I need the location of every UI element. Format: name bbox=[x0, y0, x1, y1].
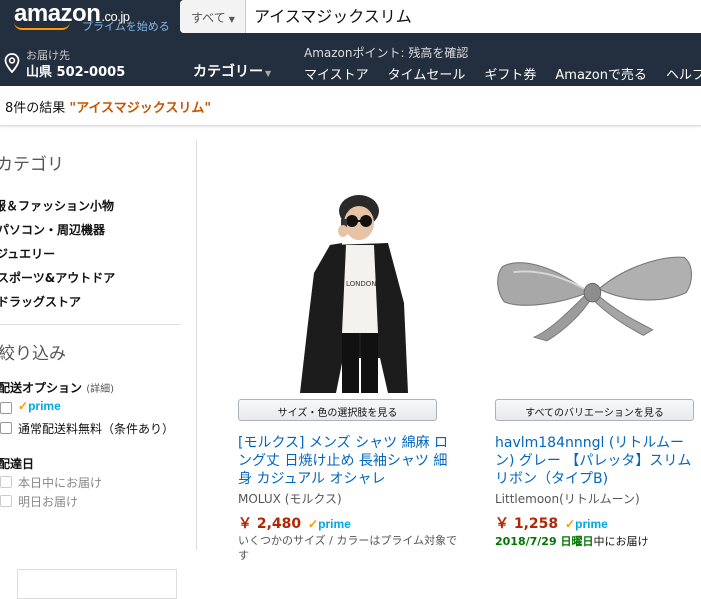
check-icon: ✓ bbox=[308, 517, 319, 531]
nav-link-giftcard[interactable]: ギフト券 bbox=[484, 68, 536, 83]
chevron-down-icon: ▼ bbox=[265, 69, 272, 78]
category-heading: カテゴリ bbox=[0, 155, 64, 175]
delivery-suffix: 中にお届け bbox=[593, 535, 649, 548]
category-label: カテゴリー bbox=[193, 64, 263, 80]
search-input[interactable]: アイスマジックスリム bbox=[254, 0, 694, 33]
shipping-detail-link[interactable]: (詳細) bbox=[86, 384, 114, 395]
nav-links: マイストア タイムセール ギフト券 Amazonで売る ヘルプ bbox=[304, 64, 701, 83]
product-image[interactable]: LONDON bbox=[238, 183, 460, 393]
nav-bar: お届け先 山県 502-0005 カテゴリー ▼ Amazonポイント: 残高を確… bbox=[0, 33, 701, 86]
sidebar-category-pc[interactable]: パソコン・周辺機器 bbox=[0, 221, 105, 238]
free-shipping-label: 通常配送料無料（条件あり） bbox=[18, 422, 175, 436]
delivery-date-label: 配達日 bbox=[0, 457, 35, 471]
product-price: ￥ 1,258 ✓prime bbox=[495, 513, 608, 533]
search-department-select[interactable]: すべて ▼ bbox=[180, 0, 246, 33]
product-title-link[interactable]: havlm184nnngl (リトルムーン) グレー 【パレッタ】スリムリボン（… bbox=[495, 434, 701, 488]
nav-link-help[interactable]: ヘルプ bbox=[666, 68, 701, 83]
delivery-tomorrow-checkbox[interactable] bbox=[0, 495, 12, 507]
see-all-variations-button[interactable]: すべてのバリエーションを見る bbox=[495, 399, 694, 421]
product-price: ￥ 2,480 ✓prime bbox=[238, 513, 351, 533]
product-brand: MOLUX (モルクス) bbox=[238, 492, 342, 506]
product-brand: Littlemoon(リトルムーン) bbox=[495, 492, 640, 506]
price-value: ￥ 1,258 bbox=[495, 516, 559, 532]
delivery-date: 2018/7/29 日曜日 bbox=[495, 535, 594, 548]
check-icon: ✓ bbox=[565, 517, 576, 531]
top-bar: amazon.co.jp プライムを始める すべて ▼ アイスマジックスリム bbox=[0, 0, 701, 33]
deliver-address: 山県 502-0005 bbox=[26, 65, 126, 80]
nav-link-sell[interactable]: Amazonで売る bbox=[555, 68, 647, 83]
delivery-today-label: 本日中にお届け bbox=[18, 476, 103, 490]
category-menu[interactable]: カテゴリー ▼ bbox=[193, 61, 271, 81]
delivery-today-checkbox[interactable] bbox=[0, 476, 12, 488]
price-value: ￥ 2,480 bbox=[238, 516, 302, 532]
prime-checkbox[interactable] bbox=[0, 402, 12, 414]
prime-badge: ✓prime bbox=[308, 517, 351, 531]
prime-filter-label: ✓prime bbox=[18, 399, 61, 413]
prime-badge: ✓prime bbox=[565, 517, 608, 531]
prime-signup-link[interactable]: プライムを始める bbox=[82, 18, 170, 34]
prime-eligibility-note: いくつかのサイズ / カラーはプライム対象です bbox=[238, 534, 458, 562]
result-count-bar: 8件の結果 "アイスマジックスリム" bbox=[0, 86, 701, 126]
see-size-color-options-button[interactable]: サイズ・色の選択肢を見る bbox=[238, 399, 437, 421]
free-shipping-checkbox[interactable] bbox=[0, 422, 12, 434]
nav-link-mystore[interactable]: マイストア bbox=[304, 68, 369, 83]
sidebar-divider bbox=[0, 324, 180, 325]
location-pin-icon bbox=[4, 53, 20, 73]
sidebar-category-fashion[interactable]: 服＆ファッション小物 bbox=[0, 197, 114, 214]
check-icon: ✓ bbox=[18, 399, 29, 413]
sidebar-ad[interactable] bbox=[17, 569, 177, 599]
sidebar-category-jewelry[interactable]: ジュエリー bbox=[0, 245, 55, 262]
shipping-option-label: 配送オプション (詳細) bbox=[0, 379, 114, 396]
svg-text:LONDON: LONDON bbox=[346, 280, 377, 288]
chevron-down-icon: ▼ bbox=[228, 15, 235, 24]
product-image[interactable] bbox=[495, 183, 701, 393]
search-department-label: すべて bbox=[191, 11, 226, 25]
refine-heading: 絞り込み bbox=[0, 344, 66, 364]
prime-logo: prime bbox=[28, 399, 61, 413]
result-count: 8件の結果 bbox=[5, 101, 66, 116]
smile-icon bbox=[14, 22, 70, 30]
nav-link-timesale[interactable]: タイムセール bbox=[388, 68, 466, 83]
filter-sidebar: カテゴリ 服＆ファッション小物 パソコン・周辺機器 ジュエリー スポーツ&アウト… bbox=[0, 140, 197, 550]
search-bar: すべて ▼ アイスマジックスリム bbox=[180, 0, 701, 33]
sidebar-category-drugstore[interactable]: ドラッグストア bbox=[0, 293, 81, 310]
prime-logo: prime bbox=[318, 517, 351, 531]
result-query: "アイスマジックスリム" bbox=[69, 101, 212, 116]
delivery-tomorrow-label: 明日お届け bbox=[18, 495, 79, 509]
points-balance-link[interactable]: Amazonポイント: 残高を確認 bbox=[304, 44, 468, 61]
product-title-link[interactable]: [モルクス] メンズ シャツ 綿麻 ロング丈 日焼け止め 長袖シャツ 細身 カジ… bbox=[238, 434, 460, 488]
delivery-estimate: 2018/7/29 日曜日中にお届け bbox=[495, 533, 648, 549]
sidebar-category-sports[interactable]: スポーツ&アウトドア bbox=[0, 269, 115, 286]
shipping-option-text: 配送オプション bbox=[0, 381, 83, 395]
prime-logo: prime bbox=[575, 517, 608, 531]
